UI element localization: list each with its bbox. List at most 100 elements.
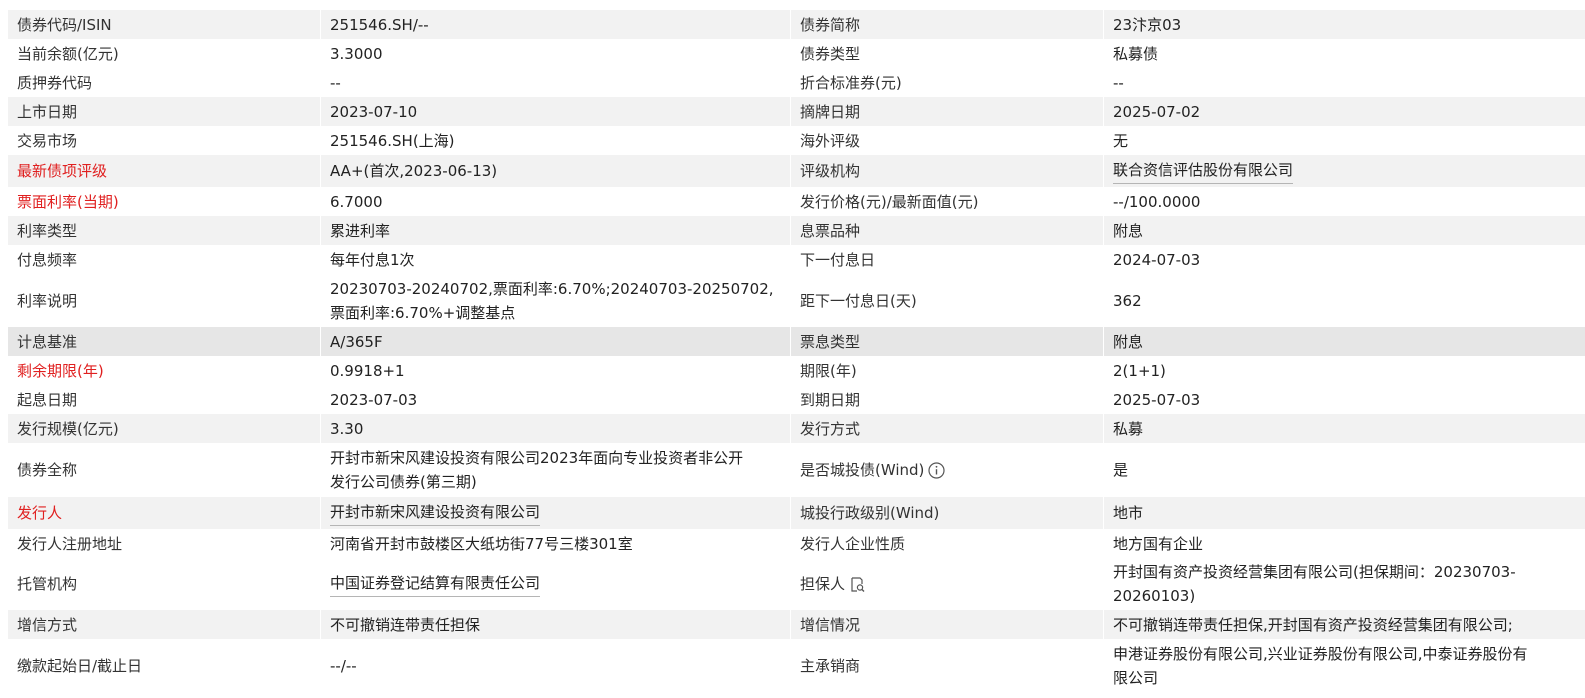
label-payment-frequency: 付息频率 — [8, 245, 321, 274]
bond-full-name-line-1: 开封市新宋风建设投资有限公司2023年面向专业投资者非公开 — [330, 449, 744, 467]
table-row: 上市日期 2023-07-10 摘牌日期 2025-07-02 — [8, 97, 1585, 126]
label-maturity-date: 到期日期 — [791, 385, 1104, 414]
value-coupon-rate: 6.7000 — [321, 187, 791, 216]
value-overseas-rating: 无 — [1113, 131, 1129, 150]
value-credit-enhancement-method: 不可撤销连带责任担保 — [321, 610, 791, 639]
label-current-balance: 当前余额(亿元) — [8, 39, 321, 68]
value-coupon-variety: 附息 — [1113, 221, 1144, 240]
value-value-date: 2023-07-03 — [321, 385, 791, 414]
rate-description-line-2: 票面利率:6.70%+调整基点 — [330, 303, 516, 322]
label-registered-address: 发行人注册地址 — [8, 529, 321, 558]
label-admin-level: 城投行政级别(Wind) — [791, 497, 1104, 529]
label-bond-full-name: 债券全称 — [8, 443, 321, 497]
value-bond-short-name: 23汴京03 — [1113, 15, 1182, 34]
value-next-payment-date: 2024-07-03 — [1113, 250, 1201, 269]
value-admin-level: 地市 — [1113, 504, 1144, 522]
table-row: 发行人注册地址 河南省开封市鼓楼区大纸坊街77号三楼301室 发行人企业性质 地… — [8, 529, 1585, 558]
value-trading-market: 251546.SH(上海) — [321, 126, 791, 155]
value-bond-full-name: 开封市新宋风建设投资有限公司2023年面向专业投资者非公开 发行公司债券(第三期… — [321, 443, 791, 497]
label-coupon-type: 票息类型 — [791, 327, 1104, 356]
value-guarantor: 开封国有资产投资经营集团有限公司(担保期间：20230703- 20260103… — [1104, 558, 1585, 610]
label-lead-underwriter: 主承销商 — [791, 639, 1104, 692]
label-rating-agency: 评级机构 — [791, 155, 1104, 187]
label-bond-type: 债券类型 — [791, 39, 1104, 68]
value-issue-price: --/100.0000 — [1113, 192, 1201, 211]
value-days-to-next-payment: 362 — [1113, 291, 1142, 310]
label-credit-enhancement-method: 增信方式 — [8, 610, 321, 639]
bond-full-name-line-2: 发行公司债券(第三期) — [330, 473, 477, 491]
bond-info-table: 债券代码/ISIN 251546.SH/-- 债券简称 23汴京03 当前余额(… — [8, 10, 1585, 692]
value-issue-method: 私募 — [1113, 419, 1144, 438]
label-bond-short-name: 债券简称 — [791, 10, 1104, 39]
label-issue-price: 发行价格(元)/最新面值(元) — [791, 187, 1104, 216]
value-coupon-type: 附息 — [1113, 332, 1144, 351]
label-standard-bond: 折合标准券(元) — [791, 68, 1104, 97]
value-payment-frequency: 每年付息1次 — [321, 245, 791, 274]
value-issue-size: 3.30 — [321, 414, 791, 443]
lead-underwriter-line-1: 申港证券股份有限公司,兴业证券股份有限公司,中泰证券股份有 — [1113, 644, 1528, 663]
value-is-urban-investment: 是 — [1113, 461, 1129, 479]
table-row: 票面利率(当期) 6.7000 发行价格(元)/最新面值(元) --/100.0… — [8, 187, 1585, 216]
label-value-date: 起息日期 — [8, 385, 321, 414]
label-issue-size: 发行规模(亿元) — [8, 414, 321, 443]
label-latest-rating[interactable]: 最新债项评级 — [8, 155, 321, 187]
label-issue-method: 发行方式 — [791, 414, 1104, 443]
document-search-icon[interactable] — [849, 576, 866, 593]
is-urban-investment-label: 是否城投债(Wind) — [800, 461, 925, 479]
value-maturity-date: 2025-07-03 — [1113, 390, 1201, 409]
value-lead-underwriter: 申港证券股份有限公司,兴业证券股份有限公司,中泰证券股份有 限公司 — [1104, 639, 1585, 692]
table-row: 发行规模(亿元) 3.30 发行方式 私募 — [8, 414, 1585, 443]
label-term: 期限(年) — [791, 356, 1104, 385]
value-day-count-basis: A/365F — [321, 327, 791, 356]
table-row: 托管机构 中国证券登记结算有限责任公司 担保人 开封国有资产投资经营集团有限公司… — [8, 558, 1585, 610]
label-coupon-rate[interactable]: 票面利率(当期) — [8, 187, 321, 216]
custodian-link[interactable]: 中国证券登记结算有限责任公司 — [330, 572, 541, 597]
guarantor-line-1: 开封国有资产投资经营集团有限公司(担保期间：20230703- — [1113, 563, 1516, 581]
label-days-to-next-payment: 距下一付息日(天) — [791, 274, 1104, 327]
value-current-balance: 3.3000 — [321, 39, 791, 68]
label-listing-date: 上市日期 — [8, 97, 321, 126]
table-row: 债券代码/ISIN 251546.SH/-- 债券简称 23汴京03 — [8, 10, 1585, 39]
info-circle-icon[interactable] — [928, 461, 946, 479]
guarantor-line-2: 20260103) — [1113, 587, 1196, 605]
label-day-count-basis: 计息基准 — [8, 327, 321, 356]
lead-underwriter-line-2: 限公司 — [1113, 668, 1159, 687]
label-next-payment-date: 下一付息日 — [791, 245, 1104, 274]
table-row: 计息基准 A/365F 票息类型 附息 — [8, 327, 1585, 356]
label-guarantor: 担保人 — [791, 558, 1104, 610]
table-row: 缴款起始日/截止日 --/-- 主承销商 申港证券股份有限公司,兴业证券股份有限… — [8, 639, 1585, 692]
label-is-urban-investment: 是否城投债(Wind) — [791, 443, 1104, 497]
label-custodian: 托管机构 — [8, 558, 321, 610]
label-delisting-date: 摘牌日期 — [791, 97, 1104, 126]
table-row: 利率说明 20230703-20240702,票面利率:6.70%;202407… — [8, 274, 1585, 327]
value-listing-date: 2023-07-10 — [321, 97, 791, 126]
label-pledge-code: 质押券代码 — [8, 68, 321, 97]
value-remaining-term: 0.9918+1 — [321, 356, 791, 385]
table-row: 交易市场 251546.SH(上海) 海外评级 无 — [8, 126, 1585, 155]
label-credit-enhancement-details: 增信情况 — [791, 610, 1104, 639]
label-remaining-term[interactable]: 剩余期限(年) — [8, 356, 321, 385]
rate-description-line-1: 20230703-20240702,票面利率:6.70%;20240703-20… — [330, 279, 774, 298]
label-overseas-rating: 海外评级 — [791, 126, 1104, 155]
label-issuer[interactable]: 发行人 — [8, 497, 321, 529]
value-payment-dates: --/-- — [321, 639, 791, 692]
value-credit-enhancement-details: 不可撤销连带责任担保,开封国有资产投资经营集团有限公司; — [1113, 615, 1513, 634]
value-term: 2(1+1) — [1113, 361, 1166, 380]
label-coupon-variety: 息票品种 — [791, 216, 1104, 245]
table-row: 利率类型 累进利率 息票品种 附息 — [8, 216, 1585, 245]
table-row: 当前余额(亿元) 3.3000 债券类型 私募债 — [8, 39, 1585, 68]
label-bond-code: 债券代码/ISIN — [8, 10, 321, 39]
table-row: 发行人 开封市新宋风建设投资有限公司 城投行政级别(Wind) 地市 — [8, 497, 1585, 529]
issuer-link[interactable]: 开封市新宋风建设投资有限公司 — [330, 501, 541, 526]
table-row: 质押券代码 -- 折合标准券(元) -- — [8, 68, 1585, 97]
table-row: 剩余期限(年) 0.9918+1 期限(年) 2(1+1) — [8, 356, 1585, 385]
guarantor-label: 担保人 — [800, 575, 846, 593]
label-rate-description: 利率说明 — [8, 274, 321, 327]
label-trading-market: 交易市场 — [8, 126, 321, 155]
table-row: 债券全称 开封市新宋风建设投资有限公司2023年面向专业投资者非公开 发行公司债… — [8, 443, 1585, 497]
table-row: 增信方式 不可撤销连带责任担保 增信情况 不可撤销连带责任担保,开封国有资产投资… — [8, 610, 1585, 639]
table-row: 付息频率 每年付息1次 下一付息日 2024-07-03 — [8, 245, 1585, 274]
value-bond-type: 私募债 — [1113, 44, 1159, 63]
value-rate-type: 累进利率 — [321, 216, 791, 245]
rating-agency-link[interactable]: 联合资信评估股份有限公司 — [1113, 159, 1294, 184]
